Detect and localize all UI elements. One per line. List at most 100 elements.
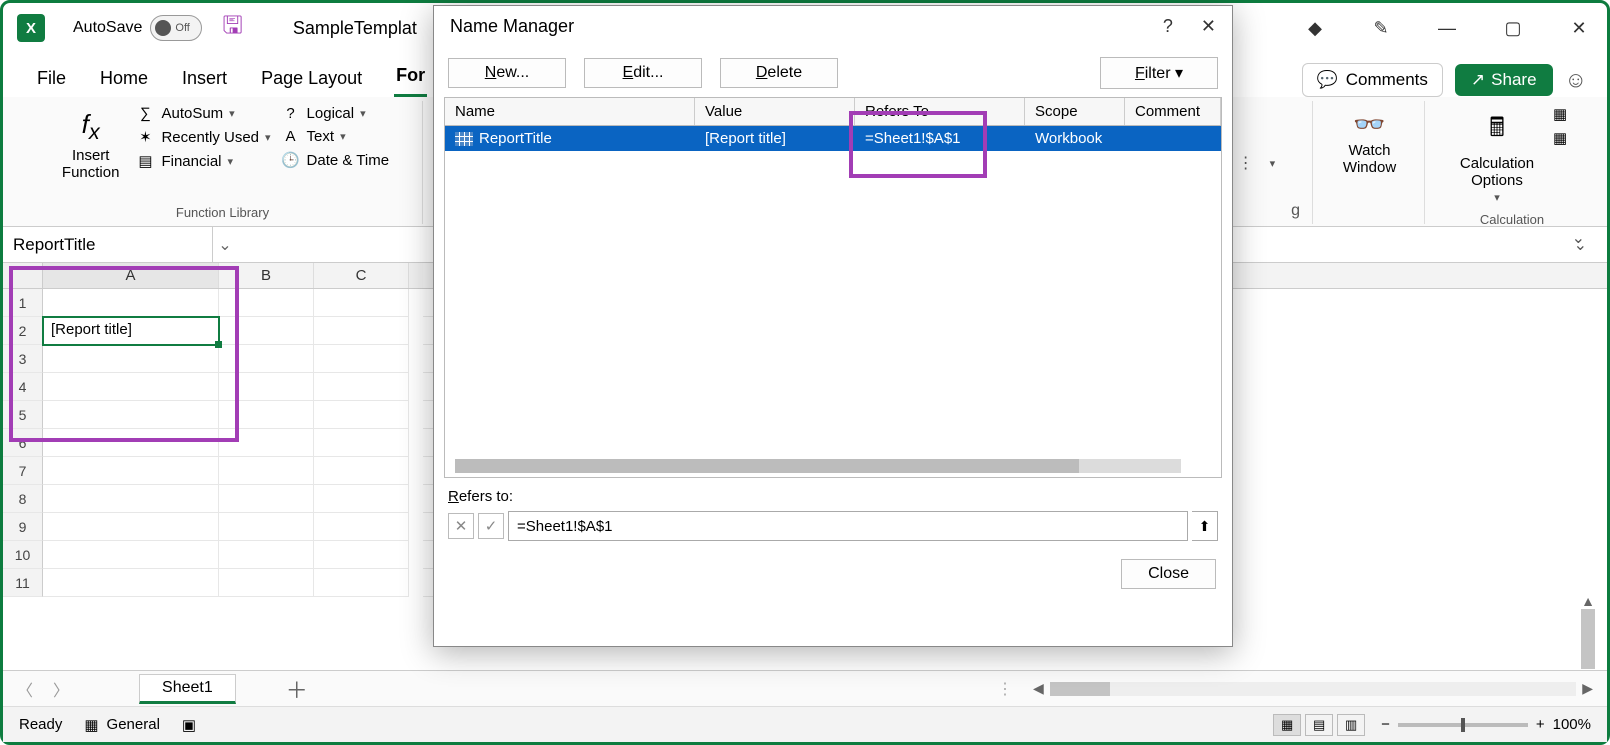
- dialog-close-button[interactable]: ✕: [1201, 16, 1216, 37]
- cell-C9[interactable]: [314, 513, 409, 541]
- cell-A4[interactable]: [43, 373, 219, 401]
- name-box-dropdown[interactable]: ⌄: [213, 235, 237, 255]
- cell-A5[interactable]: [43, 401, 219, 429]
- refers-to-input[interactable]: [508, 511, 1188, 541]
- cell-B1[interactable]: [219, 289, 314, 317]
- minimize-button[interactable]: —: [1433, 14, 1461, 42]
- autosave-toggle[interactable]: AutoSave Off: [73, 15, 202, 41]
- col-header-C[interactable]: C: [314, 263, 409, 288]
- logical-button[interactable]: ?Logical: [281, 105, 390, 122]
- row-header-7[interactable]: 7: [3, 457, 43, 485]
- cell-A9[interactable]: [43, 513, 219, 541]
- cell-C8[interactable]: [314, 485, 409, 513]
- row-header-9[interactable]: 9: [3, 513, 43, 541]
- header-comment[interactable]: Comment: [1125, 98, 1221, 125]
- refers-collapse-button[interactable]: ⬆: [1192, 511, 1218, 541]
- tab-home[interactable]: Home: [98, 64, 150, 97]
- horizontal-scrollbar[interactable]: ◀ ▶: [1033, 680, 1593, 697]
- delete-button[interactable]: Delete: [720, 58, 838, 88]
- name-list-row[interactable]: ReportTitle [Report title] =Sheet1!$A$1 …: [445, 126, 1221, 151]
- tab-formulas[interactable]: For: [394, 61, 427, 97]
- cell-B6[interactable]: [219, 429, 314, 457]
- filter-button[interactable]: Filter ▾: [1100, 57, 1218, 89]
- header-name[interactable]: Name: [445, 98, 695, 125]
- list-scrollbar[interactable]: [455, 459, 1181, 473]
- row-header-5[interactable]: 5: [3, 401, 43, 429]
- row-header-11[interactable]: 11: [3, 569, 43, 597]
- zoom-knob[interactable]: [1461, 718, 1465, 732]
- row-header-8[interactable]: 8: [3, 485, 43, 513]
- cell-B3[interactable]: [219, 345, 314, 373]
- cell-B8[interactable]: [219, 485, 314, 513]
- header-scope[interactable]: Scope: [1025, 98, 1125, 125]
- cell-B7[interactable]: [219, 457, 314, 485]
- sheet-next-icon[interactable]: 〉: [53, 677, 69, 701]
- col-header-A[interactable]: A: [43, 263, 219, 288]
- calc-options-button[interactable]: 🖩 Calculation Options: [1454, 105, 1540, 208]
- autosum-button[interactable]: ∑AutoSum: [135, 105, 270, 122]
- row-header-1[interactable]: 1: [3, 289, 43, 317]
- new-button[interactable]: New...: [448, 58, 566, 88]
- ribbon-collapse-button[interactable]: ⌄: [1572, 228, 1585, 248]
- cell-B4[interactable]: [219, 373, 314, 401]
- dialog-help-button[interactable]: ?: [1163, 16, 1173, 37]
- row-header-2[interactable]: 2: [3, 317, 43, 345]
- watch-window-button[interactable]: 👓 Watch Window: [1337, 105, 1402, 180]
- hscroll-thumb[interactable]: [1050, 682, 1110, 696]
- view-page-layout-button[interactable]: ▤: [1305, 714, 1333, 736]
- cell-C2[interactable]: [314, 317, 409, 345]
- recently-used-button[interactable]: ✶Recently Used: [135, 128, 270, 146]
- cell-A10[interactable]: [43, 541, 219, 569]
- cell-A2[interactable]: [Report title]: [43, 317, 219, 345]
- datetime-button[interactable]: 🕒Date & Time: [281, 151, 390, 169]
- cell-B9[interactable]: [219, 513, 314, 541]
- tab-page-layout[interactable]: Page Layout: [259, 64, 364, 97]
- cell-B10[interactable]: [219, 541, 314, 569]
- cell-B2[interactable]: [219, 317, 314, 345]
- tab-file[interactable]: File: [35, 64, 68, 97]
- share-button[interactable]: ↗ Share: [1455, 64, 1553, 96]
- cell-A8[interactable]: [43, 485, 219, 513]
- view-normal-button[interactable]: ▦: [1273, 714, 1301, 736]
- insert-function-button[interactable]: fx Insert Function: [56, 105, 126, 185]
- list-scroll-thumb[interactable]: [455, 459, 1079, 473]
- edit-button[interactable]: Edit...: [584, 58, 702, 88]
- feedback-icon[interactable]: ☺: [1565, 67, 1587, 93]
- row-header-4[interactable]: 4: [3, 373, 43, 401]
- name-box[interactable]: ReportTitle: [3, 227, 213, 262]
- row-header-6[interactable]: 6: [3, 429, 43, 457]
- vscroll-thumb[interactable]: [1581, 609, 1595, 669]
- close-button[interactable]: Close: [1121, 559, 1216, 589]
- accessibility-icon[interactable]: ▦: [84, 716, 98, 734]
- col-header-B[interactable]: B: [219, 263, 314, 288]
- calc-sheet-button[interactable]: ▦: [1550, 129, 1570, 147]
- name-list[interactable]: ReportTitle [Report title] =Sheet1!$A$1 …: [444, 126, 1222, 478]
- zoom-out-icon[interactable]: −: [1381, 716, 1390, 733]
- cell-C4[interactable]: [314, 373, 409, 401]
- refers-cancel-button[interactable]: ✕: [448, 513, 474, 539]
- cell-C1[interactable]: [314, 289, 409, 317]
- zoom-in-icon[interactable]: +: [1536, 716, 1545, 733]
- cell-C6[interactable]: [314, 429, 409, 457]
- display-settings-icon[interactable]: ▣: [182, 716, 196, 734]
- sheet-tab-sheet1[interactable]: Sheet1: [139, 674, 236, 704]
- header-value[interactable]: Value: [695, 98, 855, 125]
- pen-icon[interactable]: ✎: [1367, 14, 1395, 42]
- sheet-prev-icon[interactable]: 〈: [17, 677, 33, 701]
- scroll-left-icon[interactable]: ◀: [1033, 680, 1044, 697]
- header-refers-to[interactable]: Refers To: [855, 98, 1025, 125]
- cell-A7[interactable]: [43, 457, 219, 485]
- save-icon[interactable]: 🖫: [222, 8, 242, 49]
- cell-C7[interactable]: [314, 457, 409, 485]
- maximize-button[interactable]: ▢: [1499, 14, 1527, 42]
- cell-B5[interactable]: [219, 401, 314, 429]
- financial-button[interactable]: ▤Financial: [135, 152, 270, 170]
- zoom-value[interactable]: 100%: [1553, 716, 1591, 733]
- toggle-track[interactable]: Off: [150, 15, 202, 41]
- window-close-button[interactable]: ✕: [1565, 14, 1593, 42]
- cell-C11[interactable]: [314, 569, 409, 597]
- view-page-break-button[interactable]: ▥: [1337, 714, 1365, 736]
- cell-A3[interactable]: [43, 345, 219, 373]
- row-header-3[interactable]: 3: [3, 345, 43, 373]
- cell-B11[interactable]: [219, 569, 314, 597]
